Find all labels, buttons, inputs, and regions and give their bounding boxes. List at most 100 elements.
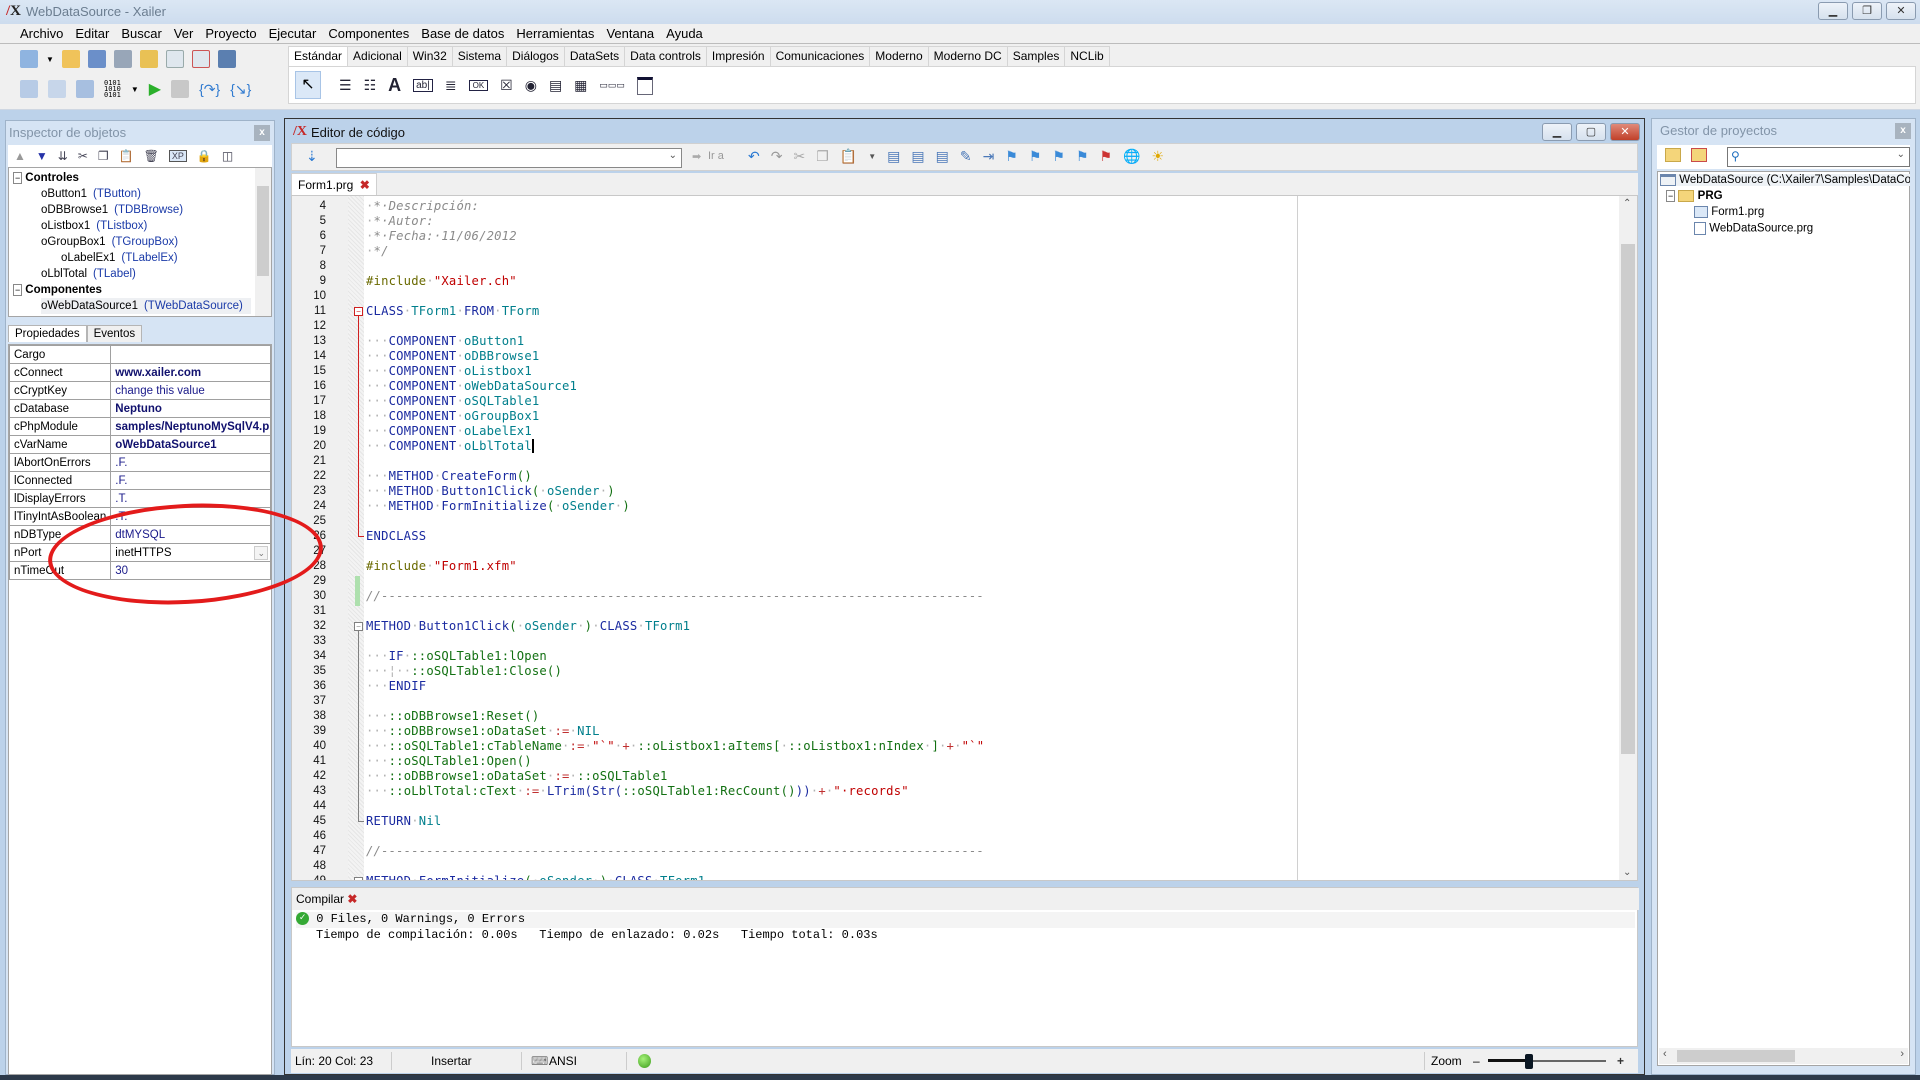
property-value[interactable] bbox=[110, 345, 272, 364]
tree-item[interactable]: oButton1 (TButton) bbox=[41, 186, 141, 202]
switch-form-icon[interactable] bbox=[76, 80, 94, 98]
property-row[interactable]: lConnected .F. bbox=[8, 471, 272, 490]
open-icon[interactable] bbox=[61, 50, 80, 68]
copy-icon[interactable]: ❐ bbox=[816, 148, 829, 165]
property-value[interactable]: .F. bbox=[110, 453, 272, 472]
property-value[interactable]: oWebDataSource1 bbox=[110, 435, 272, 454]
property-value[interactable]: samples/NeptunoMySqlV4.p bbox=[110, 417, 272, 436]
tab-propiedades[interactable]: Propiedades bbox=[8, 325, 87, 342]
tree-item[interactable]: oWebDataSource1 (TWebDataSource) bbox=[41, 298, 251, 314]
bookmark-next-icon[interactable]: ⚑ bbox=[1052, 148, 1065, 165]
property-value[interactable]: change this value bbox=[110, 381, 272, 400]
fold-toggle-icon[interactable]: − bbox=[354, 622, 363, 631]
button-icon[interactable]: OK bbox=[468, 80, 489, 91]
remove-file-icon[interactable] bbox=[191, 50, 210, 68]
code-line[interactable]: ···METHOD·FormInitialize(·oSender·) bbox=[366, 499, 630, 513]
zoom-slider[interactable] bbox=[1488, 1054, 1606, 1069]
code-line[interactable]: ···COMPONENT·oSQLTable1 bbox=[366, 394, 539, 408]
tab-moderno-dc[interactable]: Moderno DC bbox=[927, 46, 1008, 66]
code-line[interactable]: CLASS·TForm1·FROM·TForm bbox=[366, 304, 539, 318]
scrollbar-thumb[interactable] bbox=[257, 186, 269, 276]
menu-proyecto[interactable]: Proyecto bbox=[205, 24, 256, 43]
code-line[interactable]: ·*·Descripción: bbox=[366, 199, 479, 213]
layout-icon[interactable]: ◫ bbox=[222, 149, 233, 163]
code-line[interactable]: ···¦··::oSQLTable1:Close() bbox=[366, 664, 562, 678]
tab-impresion[interactable]: Impresión bbox=[705, 46, 771, 66]
property-row[interactable]: nDBType dtMYSQL bbox=[8, 525, 272, 544]
menu-base-de-datos[interactable]: Base de datos bbox=[421, 24, 504, 43]
code-line[interactable]: //--------------------------------------… bbox=[366, 844, 984, 858]
file-item[interactable]: WebDataSource.prg bbox=[1694, 222, 1813, 235]
cut-icon[interactable]: ✂ bbox=[793, 148, 805, 165]
undo-icon[interactable]: ↶ bbox=[748, 148, 760, 165]
tab-samples[interactable]: Samples bbox=[1006, 46, 1066, 66]
insert-mode[interactable]: Insertar bbox=[431, 1049, 472, 1073]
close-tab-icon[interactable]: ✖ bbox=[360, 178, 370, 192]
property-value[interactable]: dtMYSQL bbox=[110, 525, 272, 544]
paste-icon[interactable]: 📋 bbox=[840, 148, 857, 165]
menu-herramientas[interactable]: Herramientas bbox=[516, 24, 594, 43]
step-over-icon[interactable]: {↷} bbox=[199, 81, 220, 98]
restore-button[interactable]: ❐ bbox=[1852, 2, 1882, 20]
component-tree[interactable]: − Controles oButton1 (TButton) oDBBrowse1 (TD… bbox=[8, 167, 272, 317]
new-form-icon[interactable] bbox=[20, 80, 38, 98]
code-line[interactable]: METHOD·FormInitialize(·oSender·)·CLASS·T… bbox=[366, 874, 705, 880]
remove-folder-icon[interactable] bbox=[1691, 148, 1707, 162]
tab-sistema[interactable]: Sistema bbox=[451, 46, 508, 66]
collapse-icon[interactable]: − bbox=[1666, 190, 1676, 203]
property-value[interactable]: www.xailer.com bbox=[110, 363, 272, 382]
property-row[interactable]: lDisplayErrors .T. bbox=[8, 489, 272, 508]
tab-win32[interactable]: Win32 bbox=[406, 46, 453, 66]
code-line[interactable]: ···::oLblTotal:cText·:=·LTrim(Str(::oSQL… bbox=[366, 784, 909, 798]
property-row[interactable]: cConnect www.xailer.com bbox=[8, 363, 272, 382]
code-line[interactable]: ···COMPONENT·oLabelEx1 bbox=[366, 424, 532, 438]
listbox-icon[interactable]: ▤ bbox=[549, 77, 562, 94]
tree-item[interactable]: oLabelEx1 (TLabelEx) bbox=[61, 250, 178, 266]
paste-icon[interactable]: 📋 bbox=[119, 149, 134, 163]
bookmark-clear-icon[interactable]: ⚑ bbox=[1100, 148, 1113, 165]
tab-dialogos[interactable]: Diálogos bbox=[506, 46, 565, 66]
property-value[interactable]: inetHTTPS ⌄ bbox=[110, 543, 272, 562]
checkbox-icon[interactable]: ☒ bbox=[500, 77, 513, 94]
tree-item[interactable]: oGroupBox1 (TGroupBox) bbox=[41, 234, 178, 250]
code-line[interactable]: ·*/ bbox=[366, 244, 389, 258]
groupbox-icon[interactable] bbox=[636, 76, 653, 95]
goto-button[interactable]: Ir a bbox=[708, 150, 724, 162]
zoom-slider-thumb[interactable] bbox=[1525, 1054, 1534, 1069]
tree-item[interactable]: oDBBrowse1 (TDBBrowse) bbox=[41, 202, 183, 218]
menu-ventana[interactable]: Ventana bbox=[606, 24, 654, 43]
collapse-icon[interactable]: − bbox=[13, 172, 23, 184]
new-file-icon[interactable] bbox=[20, 50, 38, 68]
tab-adicional[interactable]: Adicional bbox=[347, 46, 408, 66]
menu-archivo[interactable]: Archivo bbox=[20, 24, 63, 43]
collapse-icon[interactable]: − bbox=[13, 284, 23, 296]
combobox-icon[interactable]: ▦ bbox=[574, 77, 587, 94]
close-button[interactable]: ✕ bbox=[1886, 2, 1916, 20]
scroll-right-icon[interactable]: › bbox=[1900, 1048, 1904, 1060]
tab-moderno[interactable]: Moderno bbox=[869, 46, 929, 66]
add-file-icon[interactable] bbox=[165, 50, 184, 68]
file-tab-form1[interactable]: Form1.prg ✖ bbox=[291, 173, 377, 195]
property-value[interactable]: .T. bbox=[110, 507, 272, 526]
property-row[interactable]: Cargo bbox=[8, 345, 272, 364]
code-line[interactable]: ···COMPONENT·oLblTotal bbox=[366, 439, 534, 453]
step-into-icon[interactable]: {↘} bbox=[230, 81, 251, 98]
tab-datasets[interactable]: DataSets bbox=[563, 46, 626, 66]
sun-icon[interactable]: ☀ bbox=[1152, 148, 1165, 165]
property-row[interactable]: nPort inetHTTPS ⌄ bbox=[8, 543, 272, 562]
editor-close-button[interactable]: ✕ bbox=[1610, 123, 1640, 141]
find-prev-icon[interactable]: ▤ bbox=[911, 148, 924, 165]
file-item[interactable]: Form1.prg bbox=[1694, 206, 1764, 218]
horizontal-scrollbar[interactable]: ‹ › bbox=[1659, 1048, 1908, 1064]
radio-icon[interactable]: ◉ bbox=[525, 77, 537, 94]
code-line[interactable]: ···COMPONENT·oListbox1 bbox=[366, 364, 532, 378]
property-row[interactable]: cVarName oWebDataSource1 bbox=[8, 435, 272, 454]
code-line[interactable]: ···METHOD·CreateForm() bbox=[366, 469, 532, 483]
vertical-scrollbar[interactable] bbox=[255, 168, 271, 316]
code-area[interactable]: 4 5 6 7 8 9 10 11 12 13 14 15 16 17 18 19 20 21 22 23 24 25 26… bbox=[291, 195, 1638, 881]
property-row[interactable]: cCryptKey change this value bbox=[8, 381, 272, 400]
compile-tab[interactable]: Compilar ✖ bbox=[292, 888, 1639, 910]
fold-toggle-icon[interactable]: − bbox=[354, 307, 363, 316]
mainmenu-icon[interactable]: ☰ bbox=[339, 77, 352, 94]
property-value[interactable]: .T. bbox=[110, 489, 272, 508]
